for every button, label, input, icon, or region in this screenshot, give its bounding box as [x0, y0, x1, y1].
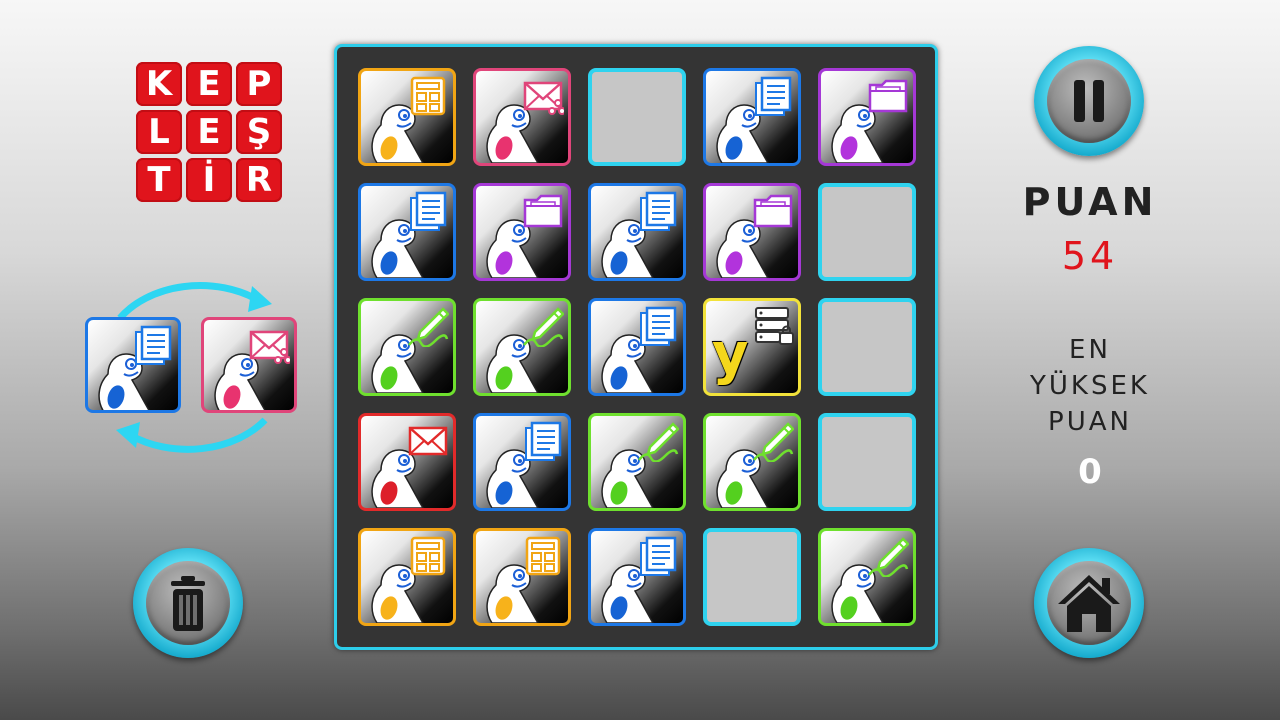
board-tile[interactable] [473, 298, 571, 396]
home-icon [1058, 575, 1120, 632]
tile-letter: y [712, 322, 749, 387]
pause-icon [1074, 80, 1104, 122]
pause-button[interactable] [1034, 46, 1144, 156]
logo-letter: P [236, 62, 282, 106]
score-label: PUAN [1022, 180, 1158, 224]
high-score-label-line: PUAN [1048, 407, 1132, 437]
board-tile[interactable] [473, 68, 571, 166]
game-logo: K E P L E Ş T İ R [136, 62, 282, 208]
logo-letter: E [186, 110, 232, 154]
calculator-icon [525, 536, 561, 576]
pen-icon [868, 537, 909, 577]
board-tile[interactable] [703, 413, 801, 511]
board-tile[interactable] [358, 68, 456, 166]
document-icon [640, 536, 677, 576]
empty-cell[interactable] [703, 528, 801, 626]
board-tile[interactable] [358, 298, 456, 396]
pen-icon [638, 422, 679, 462]
share-mail-icon [249, 330, 290, 364]
document-icon [135, 325, 172, 365]
logo-letter: E [186, 62, 232, 106]
board-tile[interactable] [473, 183, 571, 281]
logo-row-3: T İ R [136, 158, 282, 202]
mail-icon [408, 426, 448, 456]
board-tile[interactable] [358, 413, 456, 511]
board-tile[interactable]: y [703, 298, 801, 396]
document-icon [755, 76, 792, 116]
home-button[interactable] [1034, 548, 1144, 658]
board-tile[interactable] [703, 68, 801, 166]
folder-icon [753, 194, 793, 228]
empty-cell[interactable] [588, 68, 686, 166]
calculator-icon [410, 536, 446, 576]
high-score-label-line: EN [1069, 335, 1111, 365]
high-score-label-line: YÜKSEK [1030, 371, 1150, 401]
board-tile[interactable] [473, 528, 571, 626]
score-value: 54 [1061, 234, 1119, 278]
swap-preview [80, 270, 305, 465]
board-tile[interactable] [818, 68, 916, 166]
empty-cell[interactable] [818, 413, 916, 511]
high-score-value: 0 [1078, 452, 1102, 492]
logo-letter: R [236, 158, 282, 202]
document-icon [525, 421, 562, 461]
logo-letter: K [136, 62, 182, 106]
board-tile[interactable] [473, 413, 571, 511]
board-tile[interactable] [818, 528, 916, 626]
trash-button[interactable] [133, 548, 243, 658]
preview-tile-next [201, 317, 297, 413]
board-tile[interactable] [588, 183, 686, 281]
board-tile[interactable] [588, 413, 686, 511]
logo-letter: Ş [236, 110, 282, 154]
logo-row-1: K E P [136, 62, 282, 106]
pen-icon [408, 307, 449, 347]
share-mail-icon [523, 81, 564, 115]
board-tile[interactable] [358, 183, 456, 281]
board-tile[interactable] [358, 528, 456, 626]
folder-icon [523, 194, 563, 228]
preview-tile [201, 317, 297, 413]
game-board: y [334, 44, 938, 650]
board-tile[interactable] [703, 183, 801, 281]
empty-cell[interactable] [818, 183, 916, 281]
document-icon [410, 191, 447, 231]
board-tile[interactable] [588, 528, 686, 626]
logo-row-2: L E Ş [136, 110, 282, 154]
preview-tile [85, 317, 181, 413]
preview-tile-current [85, 317, 181, 413]
board-tile[interactable] [588, 298, 686, 396]
calculator-icon [410, 76, 446, 116]
pen-icon [523, 307, 564, 347]
high-score-label: EN YÜKSEK PUAN [990, 332, 1190, 440]
document-icon [640, 191, 677, 231]
server-lock-icon [755, 307, 794, 345]
folder-icon [868, 79, 908, 113]
logo-letter: İ [186, 158, 232, 202]
pen-icon [753, 422, 794, 462]
logo-letter: T [136, 158, 182, 202]
trash-icon [171, 576, 205, 631]
logo-letter: L [136, 110, 182, 154]
document-icon [640, 306, 677, 346]
empty-cell[interactable] [818, 298, 916, 396]
